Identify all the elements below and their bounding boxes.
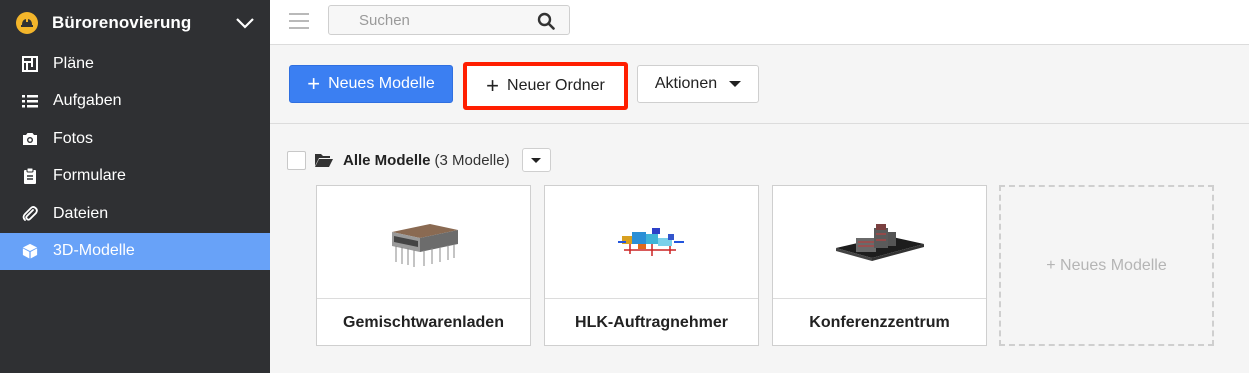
sidebar-item-label: Fotos	[53, 129, 94, 147]
clipboard-icon	[22, 168, 38, 185]
caret-down-icon	[531, 157, 542, 163]
cube-icon	[22, 243, 38, 259]
sidebar-item-label: Pläne	[53, 54, 94, 72]
model-name: Konferenzzentrum	[809, 313, 950, 331]
new-model-card[interactable]: + Neues Modelle	[999, 185, 1214, 346]
sidebar-item-label: Dateien	[53, 204, 109, 222]
search-box	[328, 5, 570, 35]
folder-count: (3 Modelle)	[434, 151, 510, 169]
project-name: Bürorenovierung	[52, 12, 192, 32]
toolbar: + Neues Modelle + Neuer Ordner Aktionen	[270, 46, 1249, 124]
model-card[interactable]: Gemischtwarenladen	[316, 185, 531, 346]
new-model-label: Neues Modelle	[328, 75, 435, 92]
sidebar-item-label: Formulare	[53, 167, 126, 185]
model-card[interactable]: HLK-Auftragnehmer	[544, 185, 759, 346]
hardhat-icon	[16, 11, 38, 34]
new-model-card-label: + Neues Modelle	[1046, 256, 1167, 274]
search-input[interactable]	[329, 6, 529, 34]
project-selector[interactable]: Bürorenovierung	[0, 0, 270, 45]
camera-icon	[22, 131, 38, 147]
sidebar-item-dateien[interactable]: Dateien	[0, 195, 270, 233]
new-folder-button[interactable]: + Neuer Ordner	[463, 62, 628, 110]
plan-icon	[22, 55, 38, 72]
hamburger-menu-icon[interactable]	[289, 13, 309, 29]
sidebar-item-plaene[interactable]: Pläne	[0, 45, 270, 83]
list-icon	[22, 93, 38, 109]
model-name: Gemischtwarenladen	[343, 313, 504, 331]
sidebar-item-aufgaben[interactable]: Aufgaben	[0, 83, 270, 121]
chevron-down-icon[interactable]	[234, 12, 256, 34]
sidebar-item-label: 3D-Modelle	[53, 242, 135, 260]
model-card[interactable]: Konferenzzentrum	[772, 185, 987, 346]
sidebar-item-fotos[interactable]: Fotos	[0, 120, 270, 158]
sidebar-item-3d-modelle[interactable]: 3D-Modelle	[0, 232, 270, 270]
folder-options-dropdown[interactable]	[521, 148, 551, 172]
paperclip-icon	[22, 205, 38, 222]
new-folder-label: Neuer Ordner	[507, 77, 605, 94]
actions-label: Aktionen	[654, 75, 718, 92]
folder-header: Alle Modelle (3 Modelle)	[287, 148, 551, 172]
sidebar-item-formulare[interactable]: Formulare	[0, 158, 270, 196]
new-model-button[interactable]: + Neues Modelle	[289, 65, 453, 103]
model-name: HLK-Auftragnehmer	[575, 313, 728, 331]
topbar	[270, 0, 1249, 45]
caret-down-icon	[729, 81, 742, 87]
folder-open-icon	[315, 154, 333, 167]
plus-icon: +	[307, 71, 321, 96]
sidebar: Bürorenovierung Pläne Aufgaben Fotos For…	[0, 0, 270, 373]
model-thumbnail	[773, 186, 986, 299]
select-all-checkbox[interactable]	[287, 150, 306, 170]
plus-icon: +	[486, 73, 500, 98]
sidebar-item-label: Aufgaben	[53, 92, 122, 110]
folder-title: Alle Modelle	[343, 151, 431, 169]
model-thumbnail	[317, 186, 530, 299]
model-thumbnail	[545, 186, 758, 299]
search-icon[interactable]	[537, 12, 555, 30]
actions-dropdown[interactable]: Aktionen	[637, 65, 759, 103]
